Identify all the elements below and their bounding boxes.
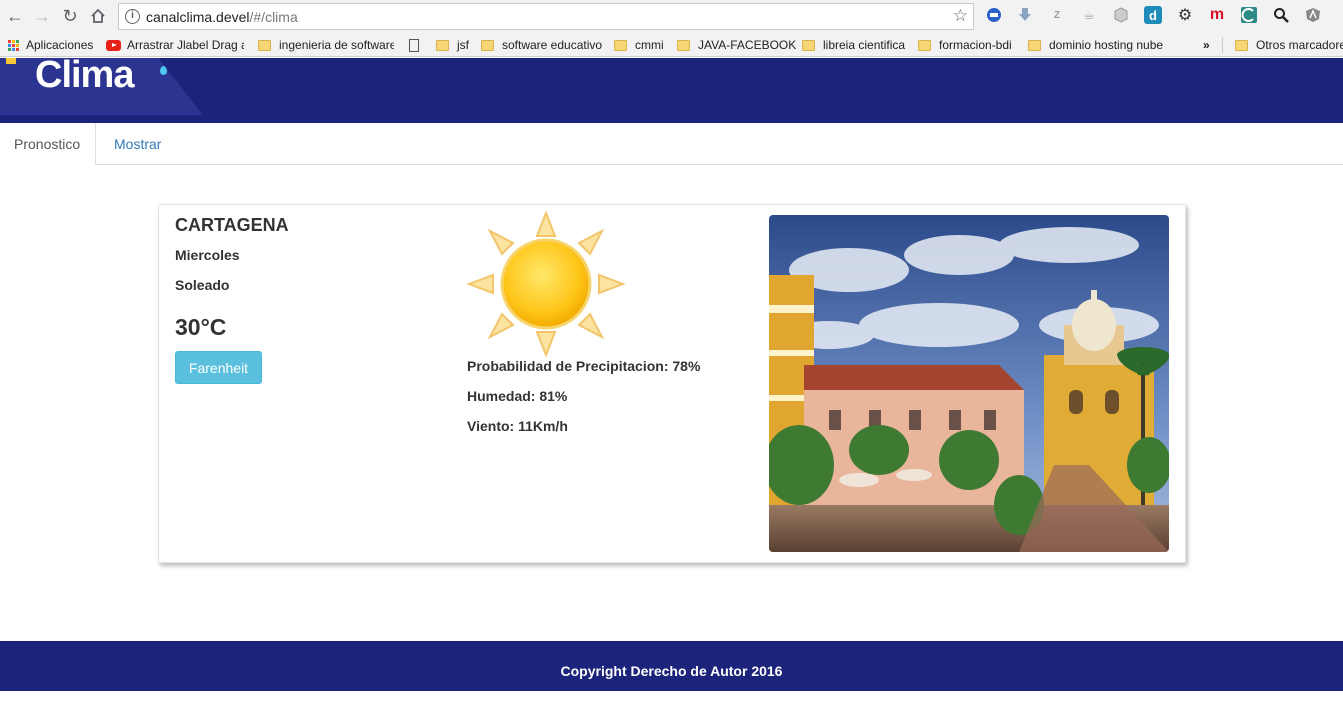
url-text: canalclima.devel/#/clima — [146, 9, 298, 25]
bookmark-folder[interactable]: software educativo — [481, 37, 602, 53]
bookmark-apps[interactable]: Aplicaciones — [8, 37, 93, 53]
copyright-text: Copyright Derecho de Autor 2016 — [560, 663, 783, 679]
humidity-value: Humedad: 81% — [467, 388, 568, 404]
bookmark-folder[interactable]: cmmi — [614, 37, 664, 53]
folder-icon — [677, 39, 690, 51]
folder-icon — [1235, 39, 1248, 51]
bookmark-label: jsf — [457, 38, 469, 52]
bookmark-label: software educativo — [502, 38, 603, 52]
bookmarks-overflow-button[interactable]: » — [1203, 37, 1210, 53]
folder-icon — [481, 39, 494, 51]
bookmark-label: Aplicaciones — [26, 38, 94, 52]
site-logo[interactable]: Clima — [35, 54, 134, 97]
logo-sun-accent — [6, 58, 16, 64]
extension-cube-icon[interactable] — [1112, 6, 1130, 24]
folder-icon — [918, 39, 931, 51]
folder-icon — [802, 39, 815, 51]
bookmark-folder[interactable]: ingenieria de software — [258, 37, 394, 53]
download-icon[interactable] — [1016, 6, 1034, 24]
bookmark-folder[interactable]: dominio hosting nube — [1028, 37, 1166, 53]
precipitation-value: Probabilidad de Precipitacion: 78% — [467, 358, 701, 374]
bookmark-label: ingenieria de software — [279, 38, 394, 52]
condition-label: Soleado — [175, 277, 230, 293]
bookmark-youtube[interactable]: Arrastrar Jlabel Drag a — [106, 37, 244, 53]
bookmark-folder[interactable]: formacion-bdi — [918, 37, 1012, 53]
extension-circle-icon[interactable] — [985, 6, 1003, 24]
site-footer: Copyright Derecho de Autor 2016 — [0, 641, 1343, 691]
extension-z-icon[interactable]: Z — [1048, 6, 1066, 24]
bookmark-page[interactable] — [409, 37, 427, 53]
bookmark-label: libreia cientifica — [823, 38, 906, 52]
settings-gear-icon[interactable]: ⚙ — [1176, 6, 1194, 24]
bookmark-folder[interactable]: libreia cientifica — [802, 37, 905, 53]
city-photo — [769, 215, 1169, 552]
bookmarks-divider — [1222, 37, 1223, 53]
extension-java-icon[interactable]: ☕ — [1080, 6, 1098, 24]
bookmark-label: formacion-bdi — [939, 38, 1012, 52]
folder-icon — [614, 39, 627, 51]
bookmarks-bar: Aplicaciones Arrastrar Jlabel Drag a ing… — [0, 33, 1343, 57]
angular-extension-icon[interactable] — [1304, 6, 1322, 24]
extension-m-icon[interactable]: m — [1208, 6, 1226, 24]
page-icon — [409, 38, 419, 52]
bookmark-star-icon[interactable]: ☆ — [953, 6, 968, 26]
tab-mostrar[interactable]: Mostrar — [100, 123, 175, 165]
nav-tabs: Pronostico Mostrar — [0, 123, 1343, 165]
home-icon[interactable] — [86, 4, 110, 28]
tab-pronostico[interactable]: Pronostico — [0, 123, 96, 165]
weather-card: CARTAGENA Miercoles Soleado 30°C Farenhe… — [158, 204, 1186, 563]
extension-d-icon[interactable]: d — [1144, 6, 1162, 24]
wind-value: Viento: 11Km/h — [467, 418, 568, 434]
address-bar[interactable]: i canalclima.devel/#/clima ☆ — [118, 3, 974, 30]
sun-icon — [467, 210, 626, 358]
weekday-label: Miercoles — [175, 247, 240, 263]
search-icon[interactable] — [1272, 6, 1290, 24]
bookmark-label: JAVA-FACEBOOK — [698, 38, 797, 52]
bookmark-label: cmmi — [635, 38, 664, 52]
bookmark-label: Otros marcadores — [1256, 38, 1343, 52]
apps-grid-icon — [8, 39, 19, 51]
site-header: Clima — [0, 54, 1343, 123]
folder-icon — [1028, 39, 1041, 51]
bookmark-folder[interactable]: JAVA-FACEBOOK — [677, 37, 796, 53]
site-info-icon[interactable]: i — [125, 9, 140, 24]
bookmark-label: dominio hosting nube — [1049, 38, 1164, 52]
fahrenheit-button[interactable]: Farenheit — [175, 351, 262, 384]
extension-wave-icon[interactable] — [1240, 6, 1258, 24]
other-bookmarks[interactable]: Otros marcadores — [1235, 37, 1343, 53]
bookmark-folder[interactable]: jsf — [436, 37, 469, 53]
folder-icon — [258, 39, 271, 51]
browser-toolbar: ← → ↻ i canalclima.devel/#/clima ☆ Z ☕ d… — [0, 0, 1343, 33]
raindrop-icon — [160, 66, 167, 75]
bookmark-label: Arrastrar Jlabel Drag a — [127, 38, 244, 52]
back-arrow-icon[interactable]: ← — [3, 4, 27, 28]
youtube-icon — [106, 39, 121, 51]
city-name: CARTAGENA — [175, 215, 289, 235]
temperature-value: 30°C — [175, 314, 227, 340]
forward-arrow-icon[interactable]: → — [30, 4, 54, 28]
reload-icon[interactable]: ↻ — [58, 4, 82, 28]
folder-icon — [436, 39, 449, 51]
